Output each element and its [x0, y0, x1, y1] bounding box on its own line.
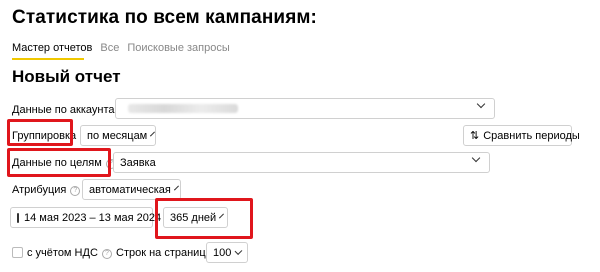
chevron-down-icon	[173, 185, 179, 190]
calendar-icon	[17, 212, 19, 223]
date-range-picker[interactable]: 14 мая 2023 – 13 мая 2024	[10, 207, 161, 228]
chevron-down-icon	[471, 153, 481, 163]
grouping-label: Группировка	[12, 130, 77, 142]
compare-periods-label: Сравнить периоды	[483, 129, 580, 142]
goals-label-text: Данные по целям	[12, 157, 102, 169]
attribution-value: автоматическая	[89, 183, 171, 196]
vat-checkbox[interactable]	[12, 247, 23, 258]
goals-value: Заявка	[120, 156, 156, 169]
report-heading: Новый отчет	[12, 67, 121, 86]
goals-select[interactable]: Заявка	[113, 152, 490, 173]
attribution-label: Атрибуция?	[12, 184, 81, 196]
rows-per-page-select[interactable]: 100	[206, 242, 248, 263]
grouping-value: по месяцам	[87, 129, 148, 142]
attribution-select[interactable]: автоматическая	[82, 179, 181, 200]
help-icon[interactable]: ?	[101, 249, 112, 259]
chevron-down-icon	[219, 213, 225, 218]
rows-per-page-value: 100	[213, 246, 232, 259]
chevron-down-icon	[234, 246, 243, 255]
compare-periods-button[interactable]: ⇅ Сравнить периоды	[463, 125, 580, 146]
goals-label: Данные по целям?	[12, 157, 116, 169]
period-value: 365 дней	[170, 211, 217, 224]
compare-periods-icon: ⇅	[470, 130, 480, 142]
report-tabs: Мастер отчетов Все Поисковые запросы	[12, 42, 230, 54]
accounts-select[interactable]	[115, 98, 495, 119]
tab-search-queries[interactable]: Поисковые запросы	[127, 42, 229, 54]
vat-label-text: с учётом НДС	[27, 247, 98, 259]
tab-all[interactable]: Все	[100, 42, 119, 54]
chevron-down-icon	[476, 99, 486, 109]
period-select[interactable]: 365 дней	[163, 207, 228, 228]
date-range-value: 14 мая 2023 – 13 мая 2024	[24, 211, 162, 224]
grouping-select[interactable]: по месяцам	[80, 125, 156, 146]
tab-report-wizard[interactable]: Мастер отчетов	[12, 42, 92, 54]
page-title: Статистика по всем кампаниям:	[12, 7, 317, 28]
accounts-label: Данные по аккаунтам	[12, 104, 123, 116]
help-icon[interactable]: ?	[70, 186, 81, 196]
accounts-value-redacted	[128, 104, 238, 113]
active-tab-underline	[12, 58, 84, 60]
chevron-down-icon	[150, 131, 156, 136]
attribution-label-text: Атрибуция	[12, 184, 67, 196]
vat-label: с учётом НДС?	[27, 247, 112, 259]
rows-per-page-label: Строк на странице	[116, 247, 212, 259]
